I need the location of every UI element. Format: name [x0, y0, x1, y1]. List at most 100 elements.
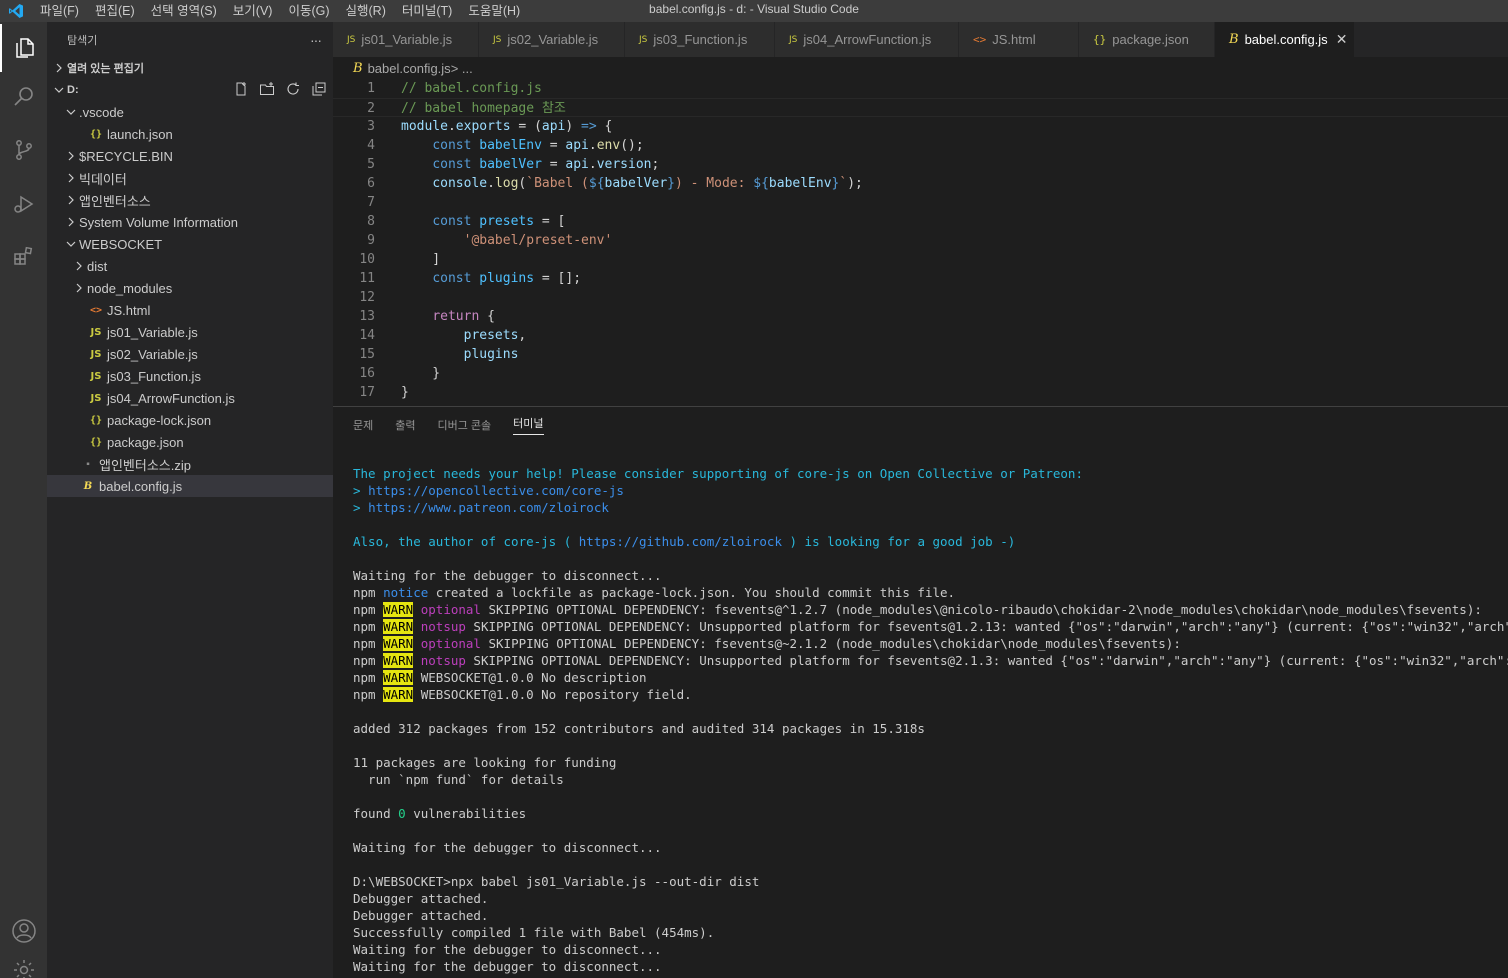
menu-item[interactable]: 보기(V) [225, 0, 281, 22]
menu-item[interactable]: 선택 영역(S) [143, 0, 225, 22]
code-line: 16 } [333, 364, 1508, 383]
folder-root-label: D: [67, 84, 79, 96]
terminal-line: 11 packages are looking for funding [353, 754, 1508, 771]
tree-item[interactable]: JS js03_Function.js [47, 365, 333, 387]
line-number: 1 [367, 81, 375, 96]
editor-tab[interactable]: JS js02_Variable.js [479, 22, 625, 57]
tree-item[interactable]: System Volume Information [47, 211, 333, 233]
tree-item-label: launch.json [107, 126, 173, 142]
menu-item[interactable]: 파일(F) [32, 0, 87, 22]
terminal-token: npm [353, 636, 384, 651]
source-control-icon[interactable] [0, 126, 47, 174]
tree-item[interactable]: WEBSOCKET [47, 233, 333, 255]
editor-tab[interactable]: JS js03_Function.js [625, 22, 775, 57]
tree-item[interactable]: JS js02_Variable.js [47, 343, 333, 365]
breadcrumb-more[interactable]: > ... [451, 61, 473, 76]
line-number: 11 [359, 271, 375, 286]
tree-item[interactable]: .vscode [47, 101, 333, 123]
code-line: 17} [333, 383, 1508, 402]
tree-item[interactable]: dist [47, 255, 333, 277]
terminal-line: > https://opencollective.com/core-js [353, 482, 1508, 499]
terminal-line: Waiting for the debugger to disconnect..… [353, 941, 1508, 958]
terminal-line: npm WARN optional SKIPPING OPTIONAL DEPE… [353, 601, 1508, 618]
code-editor[interactable]: 1 // babel.config.js 2 // babel homepage 참조… [333, 79, 1508, 405]
new-folder-icon[interactable] [259, 81, 275, 100]
search-icon[interactable] [0, 72, 47, 120]
tree-item-label: js03_Function.js [107, 368, 201, 384]
settings-gear-icon[interactable] [0, 958, 47, 978]
tree-item[interactable]: JS js04_ArrowFunction.js [47, 387, 333, 409]
more-actions-icon[interactable]: ··· [310, 32, 322, 48]
code-token: log [494, 176, 519, 191]
terminal-token: npm [353, 670, 384, 685]
code-line: 13 return { [333, 307, 1508, 326]
open-editors-section[interactable]: 열려 있는 편집기 [47, 57, 333, 79]
close-icon[interactable]: ✕ [1336, 31, 1348, 48]
tree-item[interactable]: JS js01_Variable.js [47, 321, 333, 343]
panel-tab[interactable]: 문제 [353, 417, 373, 433]
menu-item[interactable]: 실행(R) [338, 0, 394, 22]
terminal-output[interactable]: The project needs your help! Please cons… [333, 443, 1508, 975]
account-icon[interactable] [0, 907, 47, 955]
explorer-header: 탐색기 ··· [47, 22, 333, 57]
terminal-token: created a lockfile as package-lock.json.… [428, 585, 956, 600]
tree-item[interactable]: node_modules [47, 277, 333, 299]
editor-tab[interactable]: JS js04_ArrowFunction.js [775, 22, 959, 57]
code-text: module.exports = (api) => { [375, 117, 612, 136]
code-token: } [401, 385, 409, 400]
new-file-icon[interactable] [233, 81, 249, 100]
json-file-icon: {} [89, 128, 103, 140]
tree-item-label: js01_Variable.js [107, 324, 198, 340]
title-bar: 파일(F) 편집(E) 선택 영역(S) 보기(V) 이동(G) 실행(R) 터미널(T) 도… [0, 0, 1508, 22]
code-line: 5 const babelVer = api.version; [333, 155, 1508, 174]
chevron-right-icon [63, 151, 79, 161]
menu-item[interactable]: 편집(E) [87, 0, 143, 22]
menu-item[interactable]: 터미널(T) [394, 0, 460, 22]
editor-tab[interactable]: Bbabel.config.js ✕ [1215, 22, 1355, 57]
code-token: exports [455, 119, 511, 134]
run-debug-icon[interactable] [0, 180, 47, 228]
explorer-icon[interactable] [0, 24, 47, 72]
tree-item[interactable]: {} package-lock.json [47, 409, 333, 431]
menu-item[interactable]: 도움말(H) [460, 0, 528, 22]
tree-item[interactable]: ▪ 앱인벤터소스.zip [47, 453, 333, 475]
refresh-icon[interactable] [285, 81, 301, 100]
code-token: const [432, 214, 472, 229]
terminal-token: WEBSOCKET@1.0.0 No description [413, 670, 647, 685]
editor-tab[interactable]: {} package.json [1079, 22, 1215, 57]
editor-tab[interactable]: JS js01_Variable.js [333, 22, 479, 57]
panel-tab[interactable]: 디버그 콘솔 [438, 417, 492, 433]
code-token: console [432, 176, 488, 191]
line-number: 7 [367, 195, 375, 210]
terminal-token: https://github.com/zloirock [578, 534, 782, 549]
menu-item[interactable]: 이동(G) [280, 0, 337, 22]
terminal-line: The project needs your help! Please cons… [353, 465, 1508, 482]
vscode-logo-icon [0, 0, 32, 22]
tree-item[interactable]: <> JS.html [47, 299, 333, 321]
tree-item[interactable]: Bbabel.config.js [47, 475, 333, 497]
terminal-line: added 312 packages from 152 contributors… [353, 720, 1508, 737]
breadcrumb-file[interactable]: babel.config.js [368, 61, 451, 76]
extensions-icon[interactable] [0, 232, 47, 280]
collapse-all-icon[interactable] [311, 81, 327, 100]
menu-bar: 파일(F) 편집(E) 선택 영역(S) 보기(V) 이동(G) 실행(R) 터미널(T) 도… [32, 0, 528, 22]
panel-tab[interactable]: 터미널 [513, 415, 544, 435]
tree-item[interactable]: 앱인벤터소스 [47, 189, 333, 211]
editor-tab[interactable]: <> JS.html [959, 22, 1079, 57]
panel-tab[interactable]: 출력 [395, 417, 415, 433]
tree-item[interactable]: {} launch.json [47, 123, 333, 145]
tree-item[interactable]: $RECYCLE.BIN [47, 145, 333, 167]
tree-item[interactable]: 빅데이터 [47, 167, 333, 189]
tree-item[interactable]: {} package.json [47, 431, 333, 453]
activity-bar [0, 22, 47, 978]
terminal-token: SKIPPING OPTIONAL DEPENDENCY: fsevents@^… [480, 602, 1482, 617]
terminal-token: WARN [383, 602, 414, 617]
folder-root-section[interactable]: D: [47, 79, 333, 101]
javascript-file-icon: JS [90, 326, 102, 338]
code-token: = ( [510, 119, 542, 134]
